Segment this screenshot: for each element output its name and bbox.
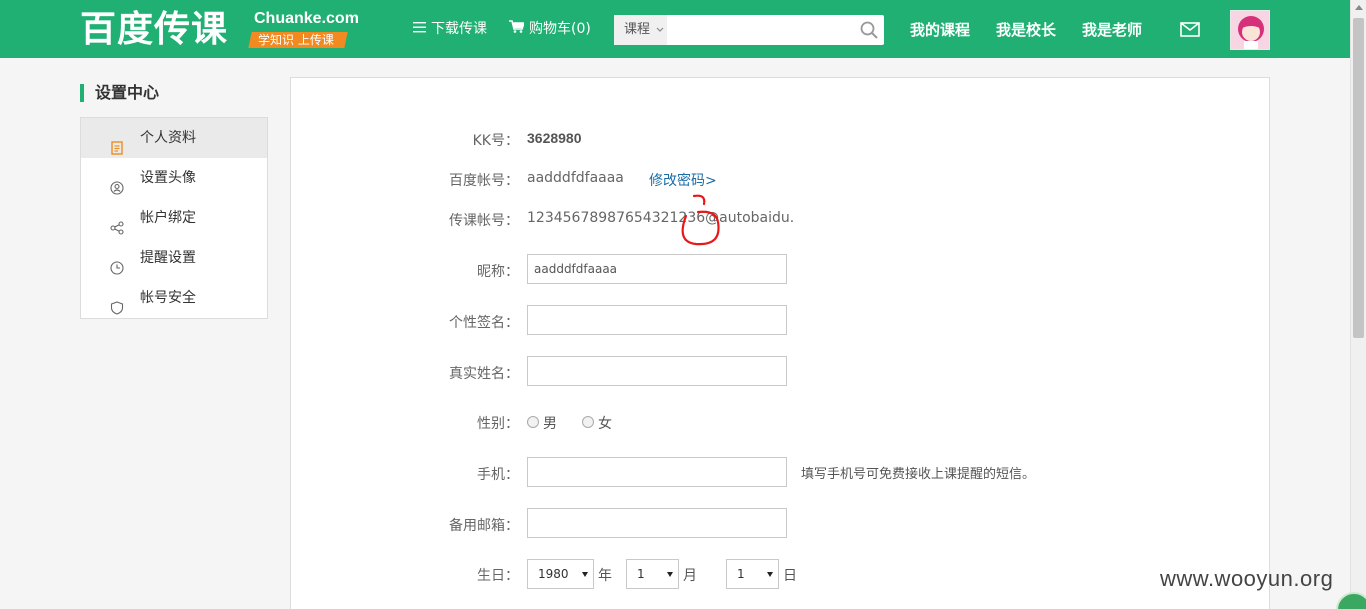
search-icon[interactable] bbox=[860, 21, 878, 39]
sidebar-item-avatar[interactable]: 设置头像 bbox=[81, 158, 267, 198]
shield-icon bbox=[110, 291, 124, 315]
realname-label: 真实姓名： bbox=[449, 366, 519, 382]
dropdown-arrow-icon bbox=[667, 572, 673, 577]
day-unit: 日 bbox=[783, 568, 797, 584]
signature-label: 个性签名： bbox=[449, 315, 519, 331]
birth-day-value: 1 bbox=[737, 567, 745, 581]
gender-male-radio[interactable] bbox=[527, 416, 539, 428]
cart-icon bbox=[509, 20, 526, 38]
my-courses-link[interactable]: 我的课程 bbox=[910, 20, 970, 40]
signature-input[interactable] bbox=[527, 305, 787, 335]
floating-widget[interactable] bbox=[1336, 592, 1366, 609]
download-label: 下载传课 bbox=[431, 21, 487, 37]
scrollbar-thumb[interactable] bbox=[1353, 18, 1364, 338]
principal-link[interactable]: 我是校长 bbox=[996, 20, 1056, 40]
gender-female-radio[interactable] bbox=[582, 416, 594, 428]
menu-icon bbox=[413, 20, 426, 38]
kk-label: KK号： bbox=[472, 133, 519, 149]
phone-label: 手机： bbox=[477, 467, 519, 483]
nickname-input[interactable] bbox=[527, 254, 787, 284]
birth-day-select[interactable]: 1 bbox=[726, 559, 779, 589]
phone-input[interactable] bbox=[527, 457, 787, 487]
teacher-link[interactable]: 我是老师 bbox=[1082, 20, 1142, 40]
change-password-link[interactable]: 修改密码> bbox=[649, 170, 717, 190]
dropdown-arrow-icon bbox=[582, 572, 588, 577]
email-input[interactable] bbox=[527, 508, 787, 538]
cart-link[interactable]: 购物车(0) bbox=[509, 20, 591, 38]
sidebar-item-reminder[interactable]: 提醒设置 bbox=[81, 238, 267, 278]
gender-female-label[interactable]: 女 bbox=[598, 413, 612, 433]
sidebar-title: 设置中心 bbox=[80, 84, 159, 102]
baidu-account-value: aadddfdfaaaa bbox=[527, 170, 624, 186]
birth-month-value: 1 bbox=[637, 567, 645, 581]
logo-slogan: 学知识 上传课 bbox=[248, 32, 348, 48]
realname-input[interactable] bbox=[527, 356, 787, 386]
vertical-scrollbar[interactable] bbox=[1350, 0, 1366, 609]
sidebar-item-label: 提醒设置 bbox=[140, 250, 196, 266]
kk-value: 3628980 bbox=[527, 130, 582, 146]
logo-domain[interactable]: Chuanke.com bbox=[254, 10, 359, 28]
chuanke-account-value: 12345678987654321236@autobaidu. bbox=[527, 210, 795, 226]
share-icon bbox=[110, 211, 124, 235]
baidu-account-label: 百度帐号： bbox=[449, 173, 519, 189]
sidebar-item-security[interactable]: 帐号安全 bbox=[81, 278, 267, 318]
birthday-label: 生日： bbox=[477, 568, 519, 584]
birth-year-value: 1980 bbox=[538, 567, 569, 581]
sidebar-item-label: 帐号安全 bbox=[140, 290, 196, 306]
watermark: www.wooyun.org bbox=[1160, 566, 1334, 591]
cart-label: 购物车(0) bbox=[529, 21, 591, 37]
nickname-label: 昵称： bbox=[477, 264, 519, 280]
dropdown-arrow-icon bbox=[767, 572, 773, 577]
top-navbar: 百度传课 Chuanke.com 学知识 上传课 下载传课 购物车(0) 课程 … bbox=[0, 0, 1350, 58]
search-input[interactable] bbox=[670, 18, 850, 42]
gender-male-label[interactable]: 男 bbox=[543, 413, 557, 433]
gender-label: 性别： bbox=[477, 416, 519, 432]
logo-slogan-text: 学知识 上传课 bbox=[258, 33, 334, 47]
document-icon bbox=[110, 131, 124, 155]
sidebar-menu: 个人资料 设置头像 帐户绑定 提醒设置 帐号安全 bbox=[80, 117, 268, 319]
sidebar-item-label: 帐户绑定 bbox=[140, 210, 196, 226]
sidebar-item-binding[interactable]: 帐户绑定 bbox=[81, 198, 267, 238]
phone-hint: 填写手机号可免费接收上课提醒的短信。 bbox=[801, 467, 1036, 482]
search-category-label: 课程 bbox=[624, 22, 651, 37]
chevron-down-icon bbox=[656, 27, 664, 32]
scroll-up-arrow-icon[interactable] bbox=[1355, 5, 1363, 10]
birth-year-select[interactable]: 1980 bbox=[527, 559, 594, 589]
sidebar-item-profile[interactable]: 个人资料 bbox=[81, 118, 267, 158]
chuanke-account-label: 传课帐号： bbox=[449, 213, 519, 229]
download-link[interactable]: 下载传课 bbox=[413, 20, 487, 38]
logo-text[interactable]: 百度传课 bbox=[80, 8, 228, 52]
email-label: 备用邮箱： bbox=[449, 518, 519, 534]
month-unit: 月 bbox=[683, 568, 697, 584]
birth-month-select[interactable]: 1 bbox=[626, 559, 679, 589]
sidebar-item-label: 个人资料 bbox=[140, 130, 196, 146]
year-unit: 年 bbox=[598, 568, 612, 584]
mail-icon[interactable] bbox=[1180, 22, 1200, 37]
profile-panel: KK号： 3628980 百度帐号： aadddfdfaaaa 修改密码> 传课… bbox=[290, 77, 1270, 609]
avatar[interactable] bbox=[1230, 10, 1270, 50]
clock-icon bbox=[110, 251, 124, 275]
search-category-select[interactable]: 课程 bbox=[614, 15, 667, 45]
avatar-icon bbox=[110, 171, 124, 195]
search-bar: 课程 bbox=[614, 15, 884, 45]
sidebar-item-label: 设置头像 bbox=[140, 170, 196, 186]
